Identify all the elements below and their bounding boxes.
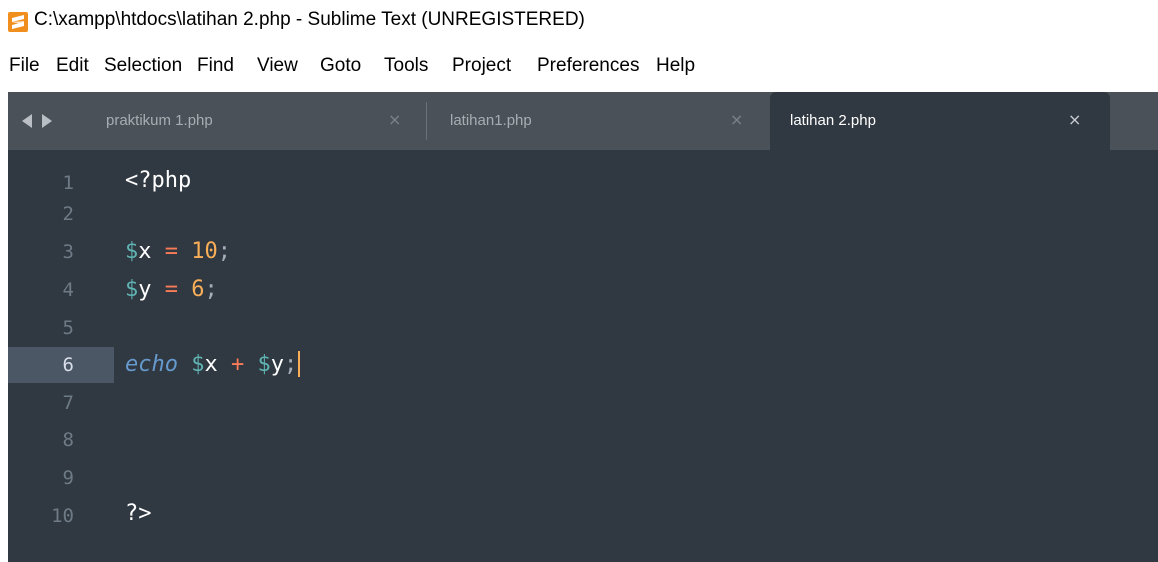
assign-operator: = xyxy=(164,277,178,302)
tab-praktikum-1[interactable]: praktikum 1.php × xyxy=(78,92,426,150)
menu-help[interactable]: Help xyxy=(656,54,695,78)
menu-view[interactable]: View xyxy=(257,54,298,78)
tab-label: latihan 2.php xyxy=(790,112,876,129)
semicolon: ; xyxy=(283,352,298,377)
menu-edit[interactable]: Edit xyxy=(56,54,89,78)
close-icon[interactable]: × xyxy=(730,110,743,130)
window-title: C:\xampp\htdocs\latihan 2.php - Sublime … xyxy=(34,9,585,30)
menu-selection[interactable]: Selection xyxy=(104,54,182,78)
tab-nav-arrows[interactable] xyxy=(18,112,62,130)
variable-name: y xyxy=(270,352,284,377)
menu-preferences[interactable]: Preferences xyxy=(537,54,639,78)
sublime-logo-icon xyxy=(8,12,28,32)
tab-divider xyxy=(426,102,427,140)
text-cursor xyxy=(298,351,301,377)
semicolon: ; xyxy=(204,277,218,302)
variable-sigil: $ xyxy=(125,239,139,264)
tab-label: latihan1.php xyxy=(450,112,532,129)
arrow-right-icon xyxy=(42,114,52,128)
number-literal: 6 xyxy=(191,277,205,302)
code-line-1[interactable]: <?php xyxy=(125,163,191,199)
semicolon: ; xyxy=(217,239,231,264)
menu-file[interactable]: File xyxy=(9,54,40,78)
tab-latihan1[interactable]: latihan1.php × xyxy=(428,92,768,150)
menu-goto[interactable]: Goto xyxy=(320,54,361,78)
code-line-4[interactable]: $y = 6; xyxy=(125,272,218,308)
tab-strip: praktikum 1.php × latihan1.php × latihan… xyxy=(8,92,1158,150)
variable-sigil: $ xyxy=(125,277,139,302)
close-icon[interactable]: × xyxy=(388,110,401,130)
tab-label: praktikum 1.php xyxy=(106,112,213,129)
php-open-tag: <?php xyxy=(125,168,192,193)
line-number: 5 xyxy=(62,317,74,339)
tab-latihan-2[interactable]: latihan 2.php × xyxy=(770,92,1110,150)
arrow-left-icon xyxy=(22,114,32,128)
line-number-current: 6 xyxy=(62,354,74,376)
line-number: 8 xyxy=(62,429,74,451)
echo-keyword: echo xyxy=(125,352,178,377)
variable-sigil: $ xyxy=(191,352,205,377)
line-number: 7 xyxy=(62,392,74,414)
line-number: 2 xyxy=(62,203,74,225)
code-line-3[interactable]: $x = 10; xyxy=(125,234,231,270)
plus-operator: + xyxy=(230,352,245,377)
menu-find[interactable]: Find xyxy=(197,54,234,78)
line-number: 9 xyxy=(62,467,74,489)
menu-tools[interactable]: Tools xyxy=(384,54,428,78)
code-editor[interactable]: 1 2 3 4 5 6 7 8 9 10 <?php $x = 10; $y =… xyxy=(8,150,1158,562)
assign-operator: = xyxy=(164,239,178,264)
variable-sigil: $ xyxy=(257,352,271,377)
menu-bar: File Edit Selection Find View Goto Tools… xyxy=(0,48,1158,86)
php-close-tag: ?> xyxy=(125,501,152,526)
variable-name: x xyxy=(138,239,152,264)
title-bar: C:\xampp\htdocs\latihan 2.php - Sublime … xyxy=(0,0,1158,40)
close-icon[interactable]: × xyxy=(1068,110,1081,130)
menu-project[interactable]: Project xyxy=(452,54,511,78)
code-line-6[interactable]: echo $x + $y; xyxy=(125,347,301,383)
line-number: 4 xyxy=(62,279,74,301)
line-number: 3 xyxy=(62,241,74,263)
code-line-10[interactable]: ?> xyxy=(125,496,152,532)
number-literal: 10 xyxy=(191,239,218,264)
variable-name: y xyxy=(138,277,152,302)
line-number: 10 xyxy=(51,505,74,527)
sublime-text-window: C:\xampp\htdocs\latihan 2.php - Sublime … xyxy=(0,0,1158,562)
variable-name: x xyxy=(204,352,218,377)
